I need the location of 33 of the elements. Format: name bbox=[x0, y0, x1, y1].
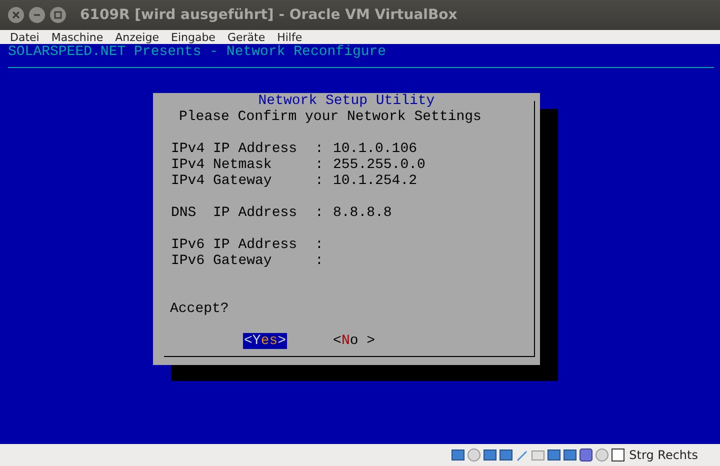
setting-label: IPv6 IP Address bbox=[171, 237, 298, 253]
menu-item[interactable]: Geräte bbox=[227, 30, 266, 44]
separator: : bbox=[315, 157, 324, 173]
setting-value: 8.8.8.8 bbox=[333, 205, 392, 221]
separator: : bbox=[315, 253, 324, 269]
accept-prompt: Accept? bbox=[169, 301, 230, 317]
host-key-label: Strg Rechts bbox=[629, 448, 698, 462]
dialog-button[interactable]: <Yes> bbox=[243, 333, 288, 349]
setting-label: IPv4 Netmask bbox=[171, 157, 273, 173]
separator: : bbox=[315, 173, 324, 189]
menu-item[interactable]: Hilfe bbox=[277, 30, 302, 44]
maximize-icon[interactable] bbox=[50, 7, 66, 23]
dialog-button[interactable]: <No > bbox=[332, 333, 376, 349]
setting-label: DNS IP Address bbox=[171, 205, 298, 221]
setting-value: 10.1.254.2 bbox=[333, 173, 418, 189]
close-icon[interactable] bbox=[8, 7, 24, 23]
menu-item[interactable]: Datei bbox=[10, 30, 40, 44]
menu-item[interactable]: Eingabe bbox=[171, 30, 216, 44]
separator: : bbox=[315, 237, 324, 253]
setting-value: 255.255.0.0 bbox=[333, 157, 426, 173]
menu-item[interactable]: Maschine bbox=[51, 30, 104, 44]
minimize-icon[interactable] bbox=[29, 7, 45, 23]
setting-value: 10.1.0.106 bbox=[333, 141, 418, 157]
separator: : bbox=[315, 205, 324, 221]
setting-label: IPv6 Gateway bbox=[171, 253, 273, 269]
setting-label: IPv4 Gateway bbox=[171, 173, 273, 189]
window-title: 6109R [wird ausgeführt] - Oracle VM VirtualBox bbox=[80, 7, 458, 23]
console-header: SOLARSPEED.NET Presents - Network Reconfigure bbox=[7, 44, 388, 60]
menu-item[interactable]: Anzeige bbox=[115, 30, 159, 44]
separator: : bbox=[315, 141, 324, 157]
setting-label: IPv4 IP Address bbox=[171, 141, 298, 157]
dialog-title: Network Setup Utility bbox=[257, 93, 436, 109]
dialog-subtitle: Please Confirm your Network Settings bbox=[178, 109, 482, 125]
